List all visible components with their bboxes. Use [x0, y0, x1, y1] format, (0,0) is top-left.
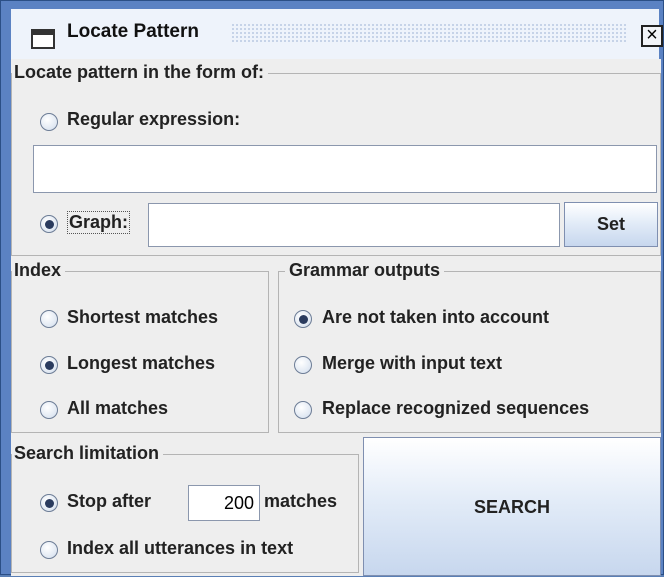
regex-radio[interactable]	[40, 113, 58, 131]
stop-after-label: Stop after	[67, 491, 152, 511]
close-icon[interactable]: ×	[641, 25, 663, 47]
set-button[interactable]: Set	[564, 202, 658, 247]
stop-after-count-input[interactable]	[188, 485, 260, 521]
title-bar-texture	[231, 23, 627, 43]
grammar-outputs-group: Grammar outputs Are not taken into accou…	[278, 260, 661, 433]
window-title: Locate Pattern	[67, 21, 199, 42]
graph-label: Graph:	[67, 211, 131, 234]
not-taken-into-account-radio[interactable]	[294, 310, 312, 328]
locate-group-title: Locate pattern in the form of:	[12, 62, 269, 83]
longest-matches-label: Longest matches	[67, 353, 216, 373]
window-icon	[31, 29, 55, 49]
replace-recognized-radio[interactable]	[294, 401, 312, 419]
shortest-matches-label: Shortest matches	[67, 307, 219, 327]
matches-label: matches	[264, 491, 338, 511]
search-limitation-group: Search limitation Stop after matches Ind…	[11, 443, 359, 573]
grammar-group-title: Grammar outputs	[285, 260, 445, 281]
index-all-utterances-label: Index all utterances in text	[67, 538, 294, 558]
index-group: Index Shortest matches Longest matches A…	[11, 260, 269, 433]
stop-after-radio[interactable]	[40, 494, 58, 512]
dialog-content: Locate pattern in the form of: Regular e…	[11, 59, 661, 576]
regex-input[interactable]	[33, 145, 657, 193]
index-group-title: Index	[12, 260, 66, 281]
merge-with-input-label: Merge with input text	[322, 353, 502, 373]
locate-pattern-window: Locate Pattern × Locate pattern in the f…	[0, 0, 664, 576]
regex-label: Regular expression:	[67, 109, 241, 129]
all-matches-label: All matches	[67, 398, 169, 418]
replace-recognized-label: Replace recognized sequences	[322, 398, 590, 418]
locate-pattern-group: Locate pattern in the form of: Regular e…	[11, 62, 661, 256]
index-all-utterances-radio[interactable]	[40, 541, 58, 559]
not-taken-into-account-label: Are not taken into account	[322, 307, 550, 327]
all-matches-radio[interactable]	[40, 401, 58, 419]
shortest-matches-radio[interactable]	[40, 310, 58, 328]
search-button[interactable]: SEARCH	[363, 437, 661, 576]
graph-input[interactable]	[148, 203, 560, 247]
graph-radio[interactable]	[40, 215, 58, 233]
limitation-group-title: Search limitation	[12, 443, 164, 464]
merge-with-input-radio[interactable]	[294, 356, 312, 374]
longest-matches-radio[interactable]	[40, 356, 58, 374]
title-bar[interactable]: Locate Pattern ×	[11, 9, 663, 60]
